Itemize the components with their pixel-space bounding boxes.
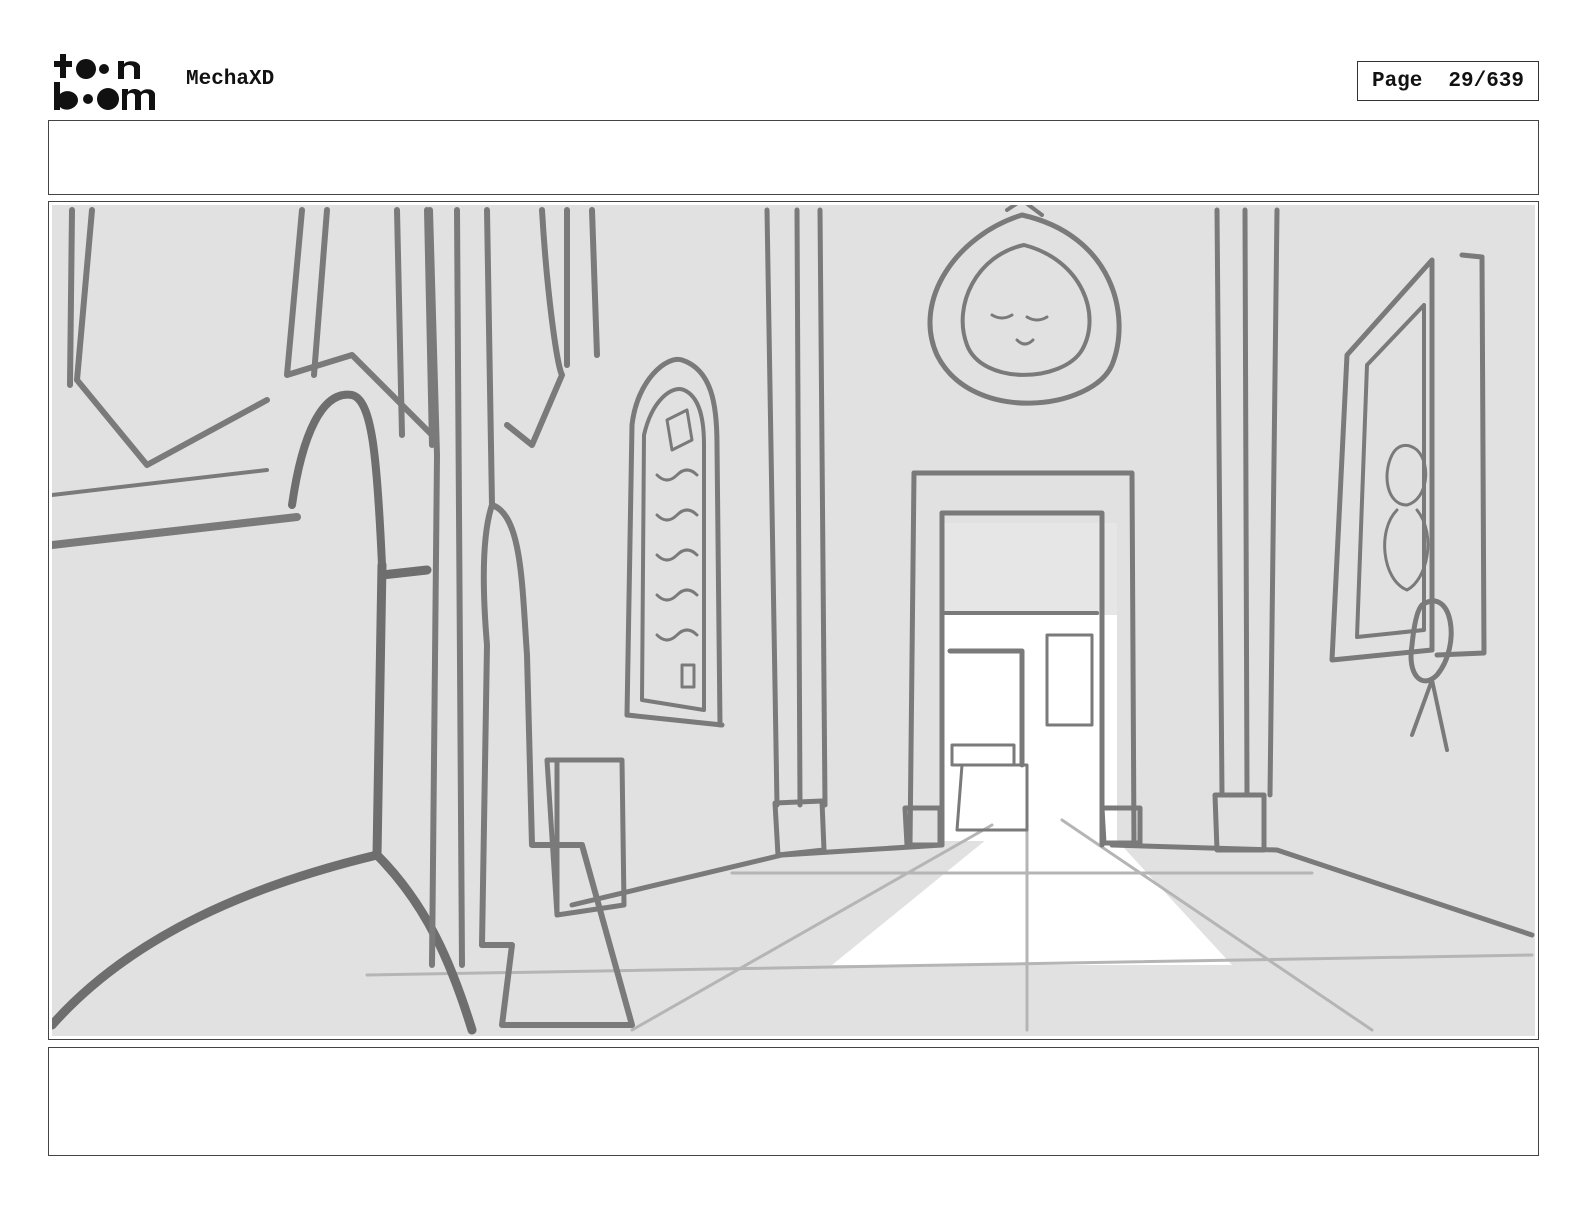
toonboom-logo bbox=[54, 54, 155, 110]
notes-box bbox=[48, 1047, 1539, 1156]
project-name: MechaXD bbox=[186, 68, 275, 91]
caption-box bbox=[48, 120, 1539, 195]
page-label: Page bbox=[1371, 69, 1423, 93]
page-number: 29/639 bbox=[1448, 69, 1525, 93]
storyboard-panel bbox=[48, 201, 1539, 1040]
page-indicator: Page 29/639 bbox=[1357, 61, 1539, 101]
panel-sketch bbox=[52, 205, 1535, 1036]
